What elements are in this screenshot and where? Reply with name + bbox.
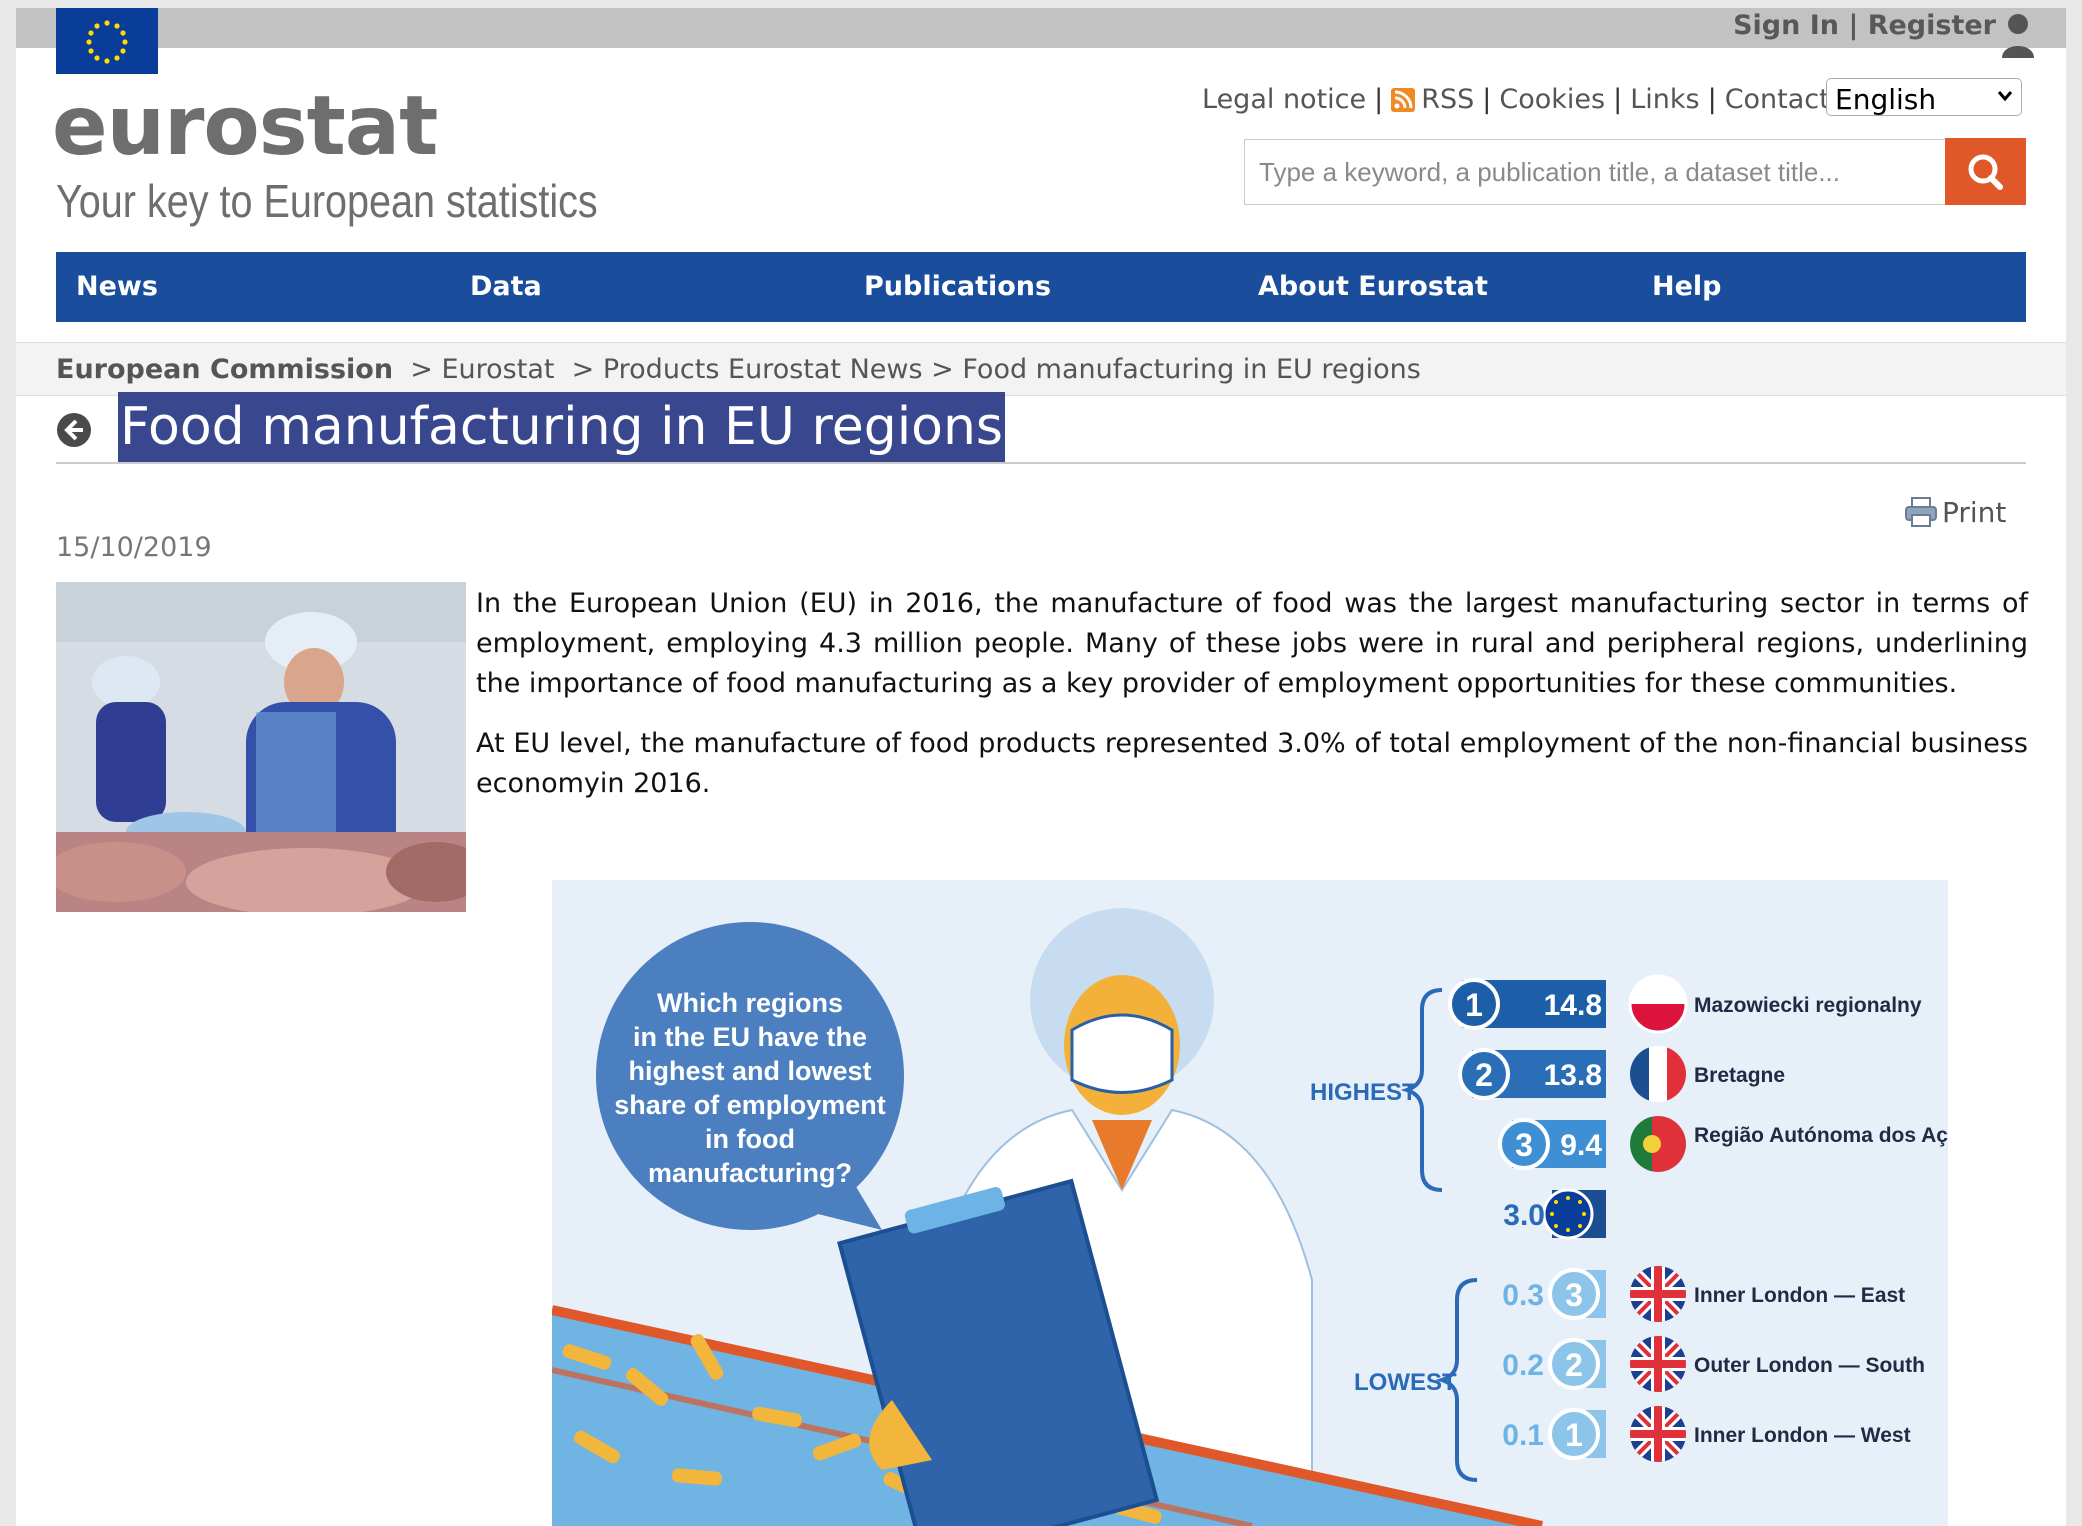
food-workers-image [46,582,486,916]
nav-help[interactable]: Help [1652,252,1722,322]
rank-number: 2 [1475,1057,1493,1093]
region-name: Bretagne [1694,1064,1785,1087]
breadcrumb-separator: > [563,354,603,385]
breadcrumb-item[interactable]: European Commission [56,354,393,385]
poland-flag-icon [1628,974,1688,1034]
eurostat-logo[interactable]: eurostat [52,86,438,168]
value-label: 0.2 [1502,1349,1544,1382]
separator: | [1848,10,1868,41]
infographic-graphic: Which regions in the EU have the highest… [552,880,1948,1526]
nav-about-eurostat[interactable]: About Eurostat [1258,252,1488,322]
site-tagline: Your key to European statistics [56,175,598,227]
title-divider [56,462,2026,464]
rss-link[interactable]: RSS [1421,84,1474,115]
utility-links: Legal notice | RSS | Cookies | Links | Contact [1202,84,1830,115]
separator: | [1707,84,1717,115]
question-line: in food [705,1124,795,1154]
uk-flag-icon [1630,1266,1686,1322]
rank-number: 2 [1565,1347,1583,1383]
search-input[interactable]: Type a keyword, a publication title, a d… [1244,139,1962,205]
nav-news[interactable]: News [76,252,158,322]
breadcrumb-separator: > [931,354,963,385]
highest-label: HIGHEST [1310,1079,1417,1106]
rank-number: 1 [1465,987,1483,1023]
separator: | [1613,84,1623,115]
value-label: 9.4 [1560,1129,1602,1162]
question-line: Which regions [657,988,843,1018]
question-line: manufacturing? [648,1158,852,1188]
region-name: Outer London — South [1694,1354,1925,1377]
value-label: 14.8 [1544,989,1602,1022]
nav-publications[interactable]: Publications [864,252,1051,322]
printer-icon [1905,497,1937,527]
question-line: in the EU have the [633,1022,867,1052]
rank-number: 1 [1565,1417,1583,1453]
uk-flag-icon [1630,1336,1686,1392]
question-line: share of employment [614,1090,886,1120]
separator: | [1482,84,1492,115]
language-select[interactable]: English [1826,78,2022,116]
search-icon [1968,154,2003,190]
page-title: Food manufacturing in EU regions [118,392,1006,464]
region-name: Inner London — East [1694,1284,1905,1307]
rss-icon[interactable] [1391,88,1416,112]
rank-number: 3 [1565,1277,1583,1313]
breadcrumb-separator: > [401,354,442,385]
language-selected: English [1835,83,1937,116]
value-label: 13.8 [1544,1059,1602,1092]
publication-date: 15/10/2019 [56,532,212,563]
print-label: Print [1942,496,2007,529]
infographic: Which regions in the EU have the highest… [552,880,1948,1526]
rank-number: 3 [1515,1127,1533,1163]
breadcrumb-item[interactable]: Products Eurostat News [603,354,923,385]
contact-link[interactable]: Contact [1725,84,1830,115]
main-nav: News Data Publications About Eurostat He… [56,252,2026,322]
article-photo [46,582,486,916]
print-button[interactable]: Print [1904,496,2006,529]
cookies-link[interactable]: Cookies [1499,84,1605,115]
lowest-label: LOWEST [1354,1369,1457,1396]
links-link[interactable]: Links [1630,84,1699,115]
register-link[interactable]: Register [1868,10,1996,41]
question-line: highest and lowest [628,1056,871,1086]
eu-stars-icon [56,8,158,74]
article-paragraph: In the European Union (EU) in 2016, the … [476,588,2028,699]
account-links: Sign In | Register [1733,10,1996,41]
separator: | [1374,84,1384,115]
search-button[interactable] [1945,138,2026,205]
uk-flag-icon [1630,1406,1686,1462]
france-flag-icon [1630,1046,1686,1102]
region-name: Região Autónoma dos Açores [1694,1124,1948,1147]
nav-data[interactable]: Data [470,252,542,322]
breadcrumb: European Commission > Eurostat > Product… [56,354,1421,385]
breadcrumb-item[interactable]: Eurostat [441,354,554,385]
back-arrow-icon[interactable] [56,412,92,448]
page: Sign In | Register eurostat Your key to … [16,8,2066,1526]
portugal-flag-icon [1630,1116,1686,1172]
eu-flag-logo[interactable] [56,8,158,74]
article-paragraph: At EU level, the manufacture of food pro… [476,728,2028,799]
value-label: 0.1 [1502,1419,1544,1452]
legal-notice-link[interactable]: Legal notice [1202,84,1366,115]
sign-in-link[interactable]: Sign In [1733,10,1839,41]
eu-value-label: 3.0 [1503,1199,1545,1232]
value-label: 0.3 [1502,1279,1544,1312]
chevron-down-icon [1997,91,2013,102]
region-name: Mazowiecki regionalny [1694,994,1922,1017]
breadcrumb-item: Food manufacturing in EU regions [962,354,1421,385]
region-name: Inner London — West [1694,1424,1911,1447]
user-icon[interactable] [2000,12,2036,58]
